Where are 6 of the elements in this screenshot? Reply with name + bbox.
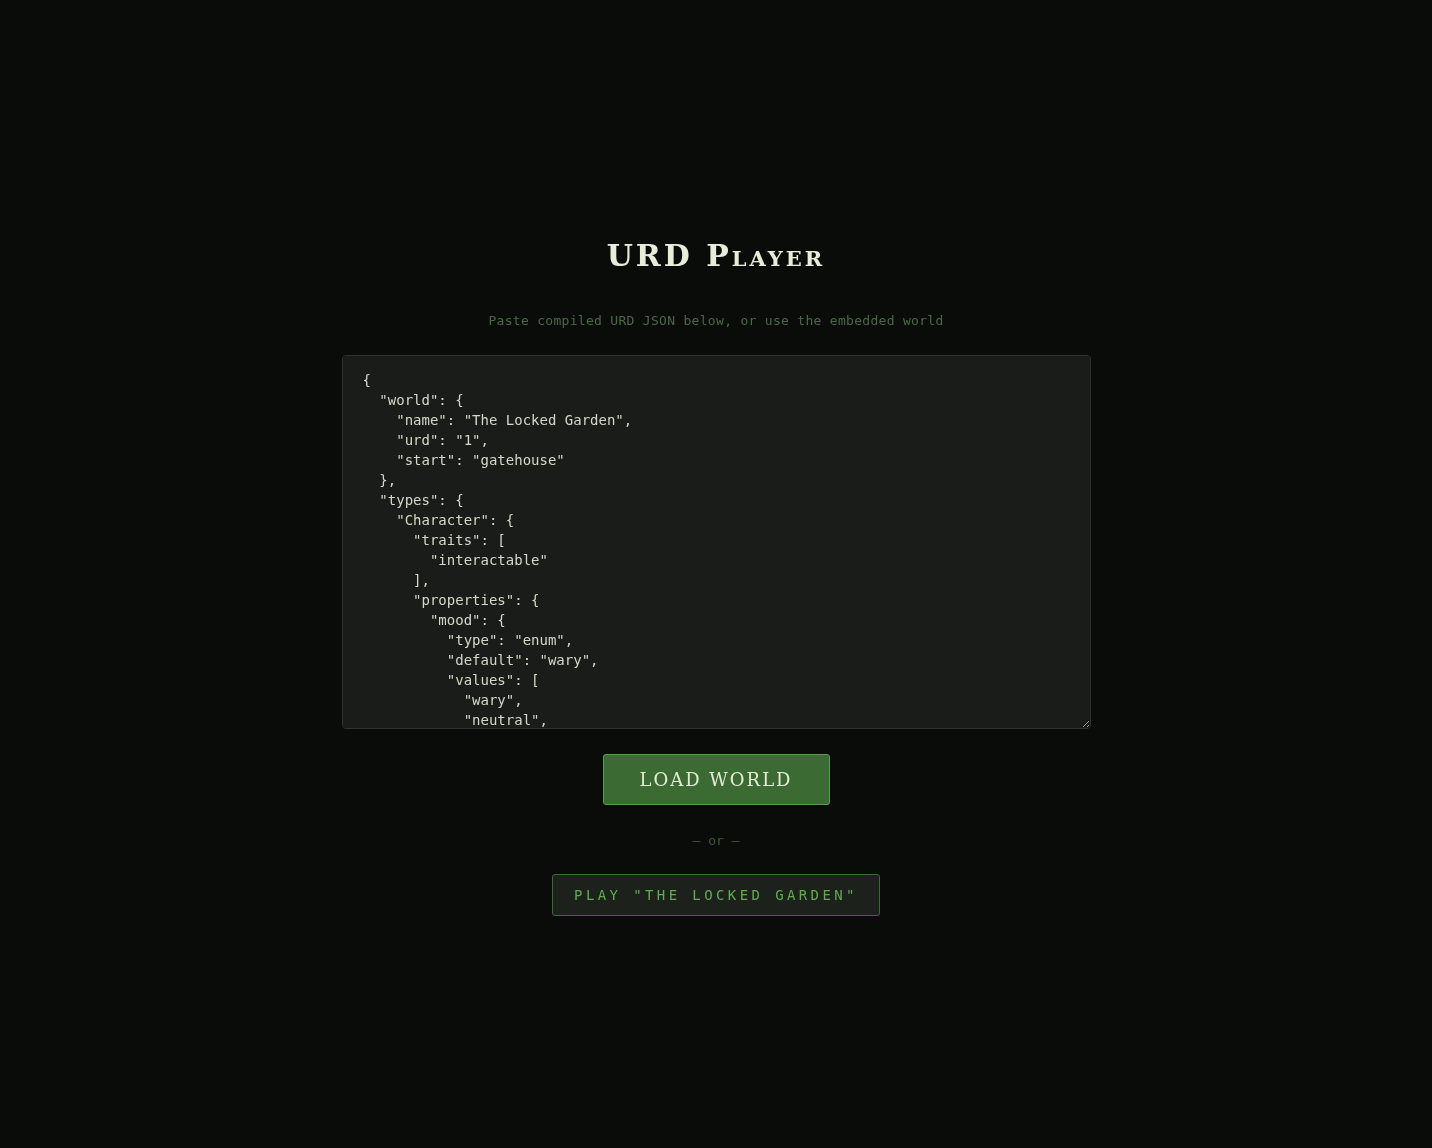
play-embedded-button[interactable]: PLAY "THE LOCKED GARDEN" (552, 874, 880, 916)
or-separator: — or — (692, 833, 740, 848)
json-input-field[interactable]: { "world": { "name": "The Locked Garden", "urd": "1", "start": "gatehouse" }, "types": { "Character": { "traits": [ "interactable" ], "properties": { "mood": { "type": "enum", "default": "wary", "values": [ "wary", "neutral", (341, 355, 1091, 729)
app-title: URD Player (606, 238, 826, 273)
load-world-button[interactable]: LOAD WORLD (602, 754, 830, 805)
instructions-text: Paste compiled URD JSON below, or use the embedded world (488, 313, 944, 328)
